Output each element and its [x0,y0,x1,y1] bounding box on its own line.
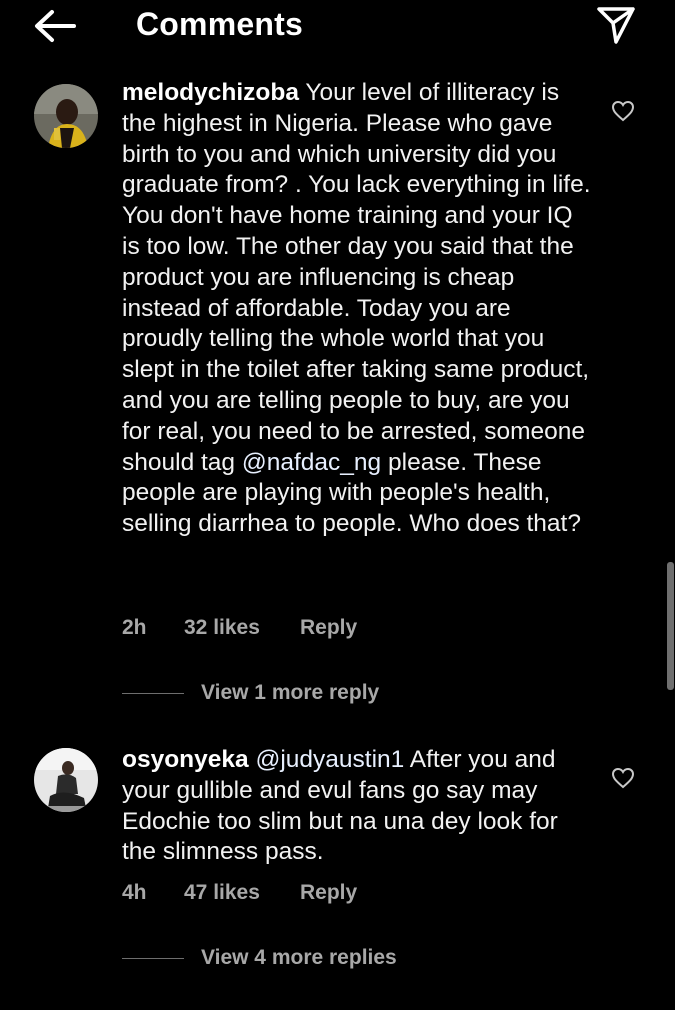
comment-time: 4h [122,881,147,904]
view-replies-label: View 4 more replies [201,946,397,969]
comment-meta: 4h 47 likes Reply [122,881,357,905]
avatar[interactable] [34,84,98,148]
avatar-image-icon [34,84,98,148]
comment-content: Your level of illiteracy is the highest … [122,79,591,476]
divider-line [122,957,184,959]
avatar-image-icon [34,748,98,812]
view-replies-button[interactable]: View 1 more reply [122,681,379,705]
header-bar: Comments [0,0,675,56]
share-button[interactable] [588,0,644,48]
view-replies-label: View 1 more reply [201,681,380,704]
heart-icon [611,767,635,789]
reply-button[interactable]: Reply [300,881,357,905]
like-button[interactable] [608,763,638,793]
heart-icon [611,100,635,122]
like-button[interactable] [608,96,638,126]
comment-likes[interactable]: 47 likes [184,881,300,905]
comment-text: osyonyeka @judyaustin1 After you and you… [122,745,592,868]
divider-line [122,692,184,694]
comment-username[interactable]: melodychizoba [122,79,299,106]
comment-time: 2h [122,616,147,639]
comment-username[interactable]: osyonyeka [122,746,249,773]
arrow-left-icon [35,10,76,42]
mention-link[interactable]: @nafdac_ng [242,449,381,476]
view-replies-button[interactable]: View 4 more replies [122,946,397,970]
paper-plane-icon [597,7,635,44]
back-button[interactable] [26,2,82,50]
comment-text: melodychizoba Your level of illiteracy i… [122,78,592,540]
reply-button[interactable]: Reply [300,616,357,640]
comment-likes[interactable]: 32 likes [184,616,300,640]
page-title: Comments [136,6,303,42]
comment-meta: 2h 32 likes Reply [122,616,357,640]
avatar[interactable] [34,748,98,812]
mention-link[interactable]: @judyaustin1 [255,746,404,773]
scrollbar[interactable] [667,562,674,690]
